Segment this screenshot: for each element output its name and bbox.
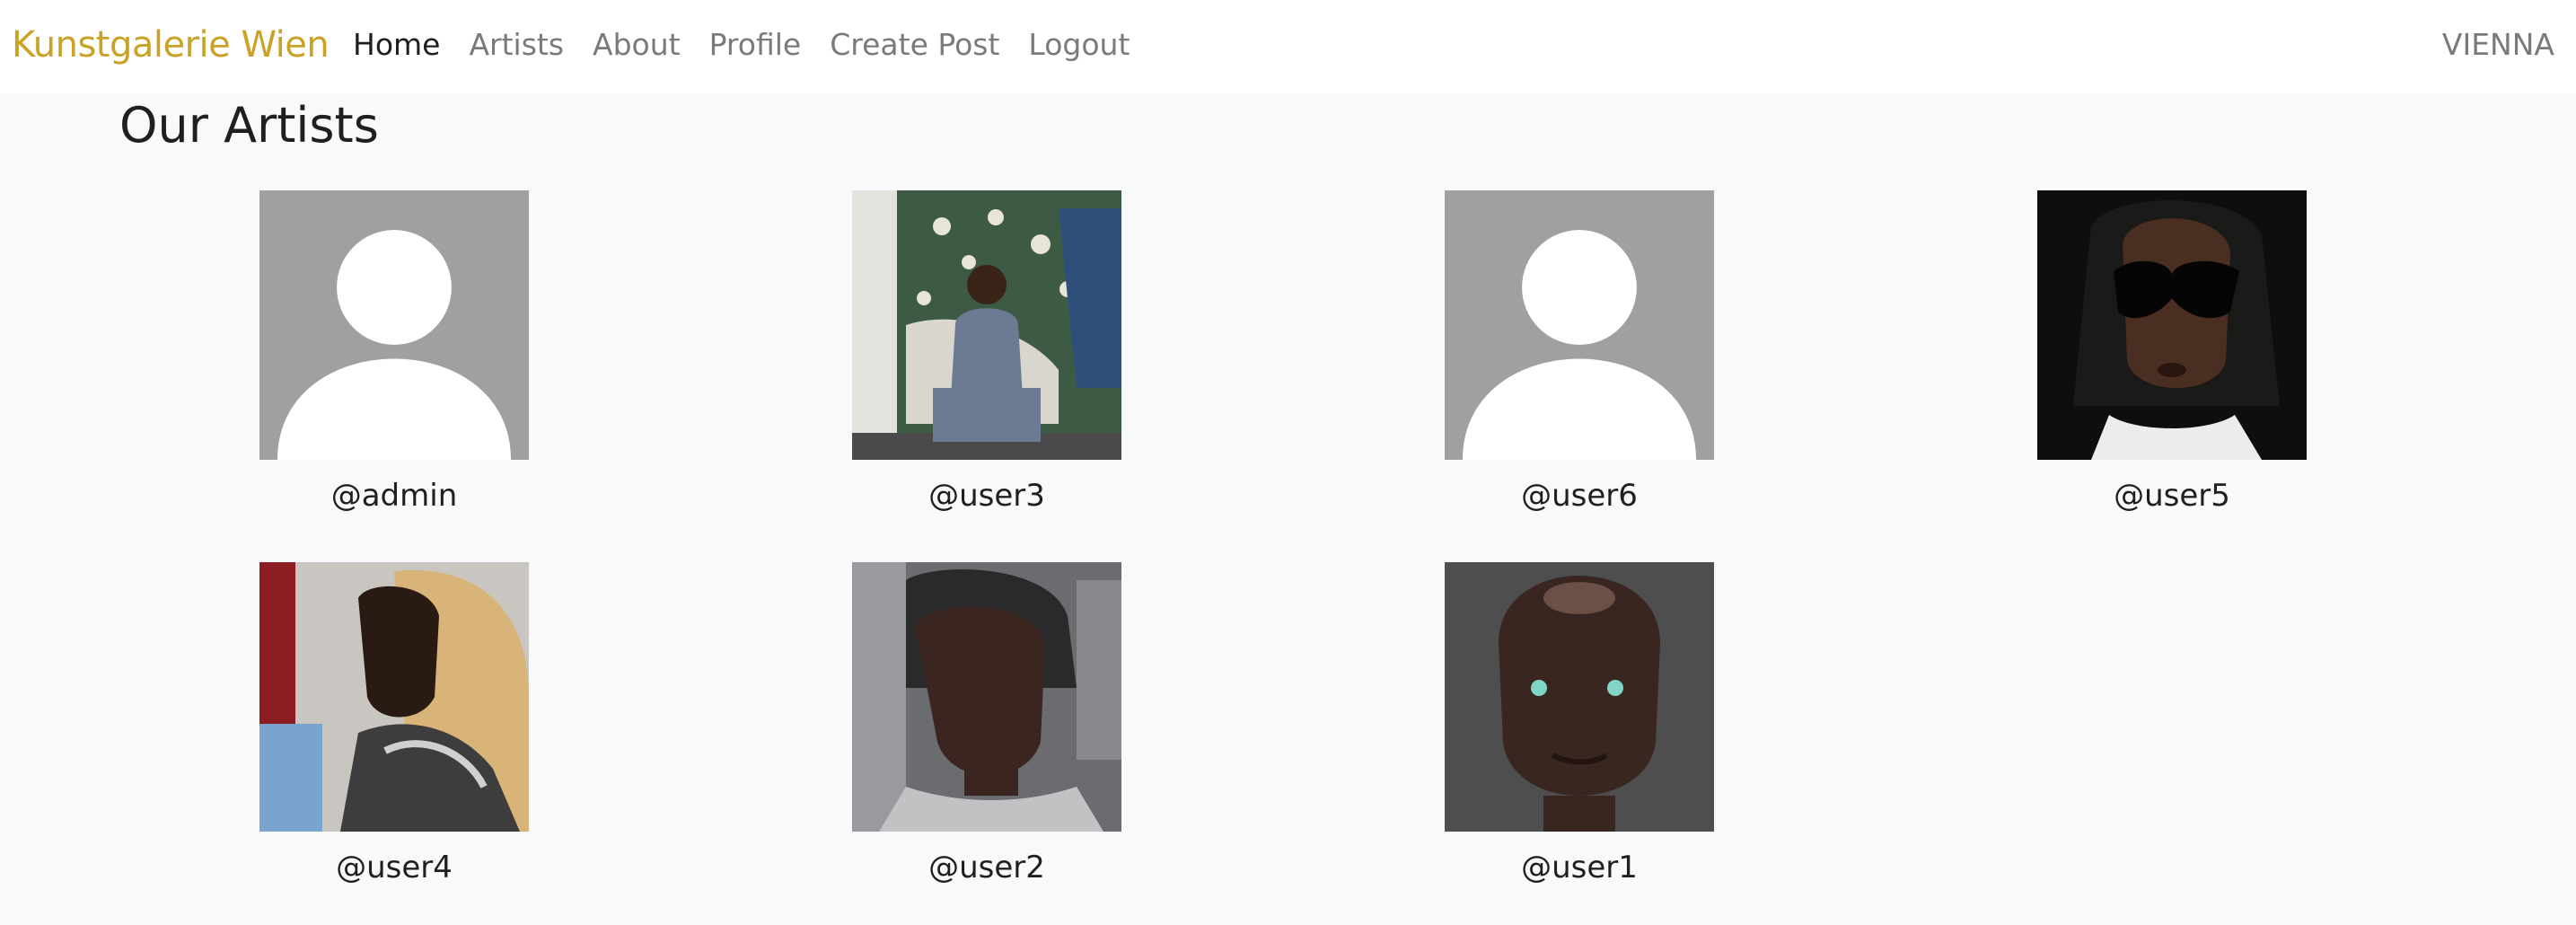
artist-photo[interactable] bbox=[852, 190, 1121, 460]
artist-card-user3[interactable]: @user3 bbox=[852, 190, 1121, 515]
artist-card-user6[interactable]: @user6 bbox=[1445, 190, 1714, 515]
artist-card-user2[interactable]: @user2 bbox=[852, 562, 1121, 887]
artist-card-admin[interactable]: @admin bbox=[259, 190, 529, 515]
default-avatar-icon[interactable] bbox=[259, 190, 529, 460]
artist-username: @user6 bbox=[1521, 478, 1638, 514]
artist-card-user4[interactable]: @user4 bbox=[259, 562, 529, 887]
artist-username: @user1 bbox=[1521, 850, 1638, 885]
brand-link[interactable]: Kunstgalerie Wien bbox=[12, 20, 330, 70]
artist-username: @admin bbox=[330, 478, 458, 514]
nav-link-create-post[interactable]: Create Post bbox=[830, 20, 999, 70]
nav-link-logout[interactable]: Logout bbox=[1028, 20, 1130, 70]
default-avatar-icon[interactable] bbox=[1445, 190, 1714, 460]
nav-link-profile[interactable]: Profile bbox=[709, 20, 802, 70]
navbar: Kunstgalerie Wien Home Artists About Pro… bbox=[0, 0, 2576, 93]
artist-username: @user2 bbox=[928, 850, 1045, 885]
artist-photo[interactable] bbox=[1445, 562, 1714, 832]
artist-photo[interactable] bbox=[2037, 190, 2307, 460]
artist-username: @user5 bbox=[2114, 478, 2230, 514]
artist-card-user5[interactable]: @user5 bbox=[2037, 190, 2307, 515]
nav-link-home[interactable]: Home bbox=[353, 20, 440, 70]
artist-username: @user4 bbox=[336, 850, 453, 885]
artist-photo[interactable] bbox=[852, 562, 1121, 832]
page-title: Our Artists bbox=[119, 97, 379, 154]
nav-link-about[interactable]: About bbox=[593, 20, 681, 70]
nav-links: Home Artists About Profile Create Post L… bbox=[353, 20, 1158, 70]
artist-photo[interactable] bbox=[259, 562, 529, 832]
artist-card-user1[interactable]: @user1 bbox=[1445, 562, 1714, 887]
nav-link-artists[interactable]: Artists bbox=[469, 20, 564, 70]
artist-username: @user3 bbox=[928, 478, 1045, 514]
city-label: VIENNA bbox=[2441, 27, 2554, 62]
